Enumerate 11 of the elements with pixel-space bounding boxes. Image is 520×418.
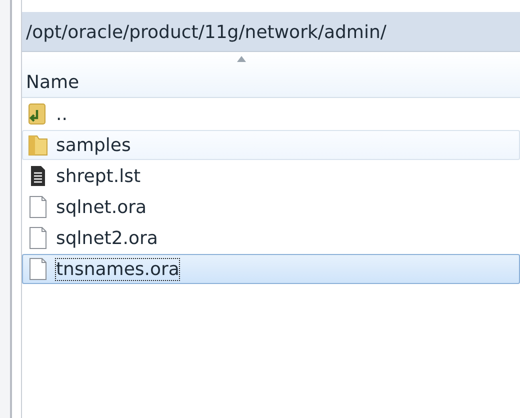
file-row[interactable]: samples [22,130,520,160]
file-row[interactable]: .. [22,99,520,129]
file-row[interactable]: shrept.lst [22,161,520,191]
file-icon [27,257,49,281]
file-row[interactable]: sqlnet2.ora [22,223,520,253]
file-icon [27,195,49,219]
file-row[interactable]: sqlnet.ora [22,192,520,222]
file-row[interactable]: tnsnames.ora [22,254,520,284]
folder-icon [27,133,49,157]
file-icon [27,226,49,250]
path-text: /opt/oracle/product/11g/network/admin/ [26,22,386,43]
